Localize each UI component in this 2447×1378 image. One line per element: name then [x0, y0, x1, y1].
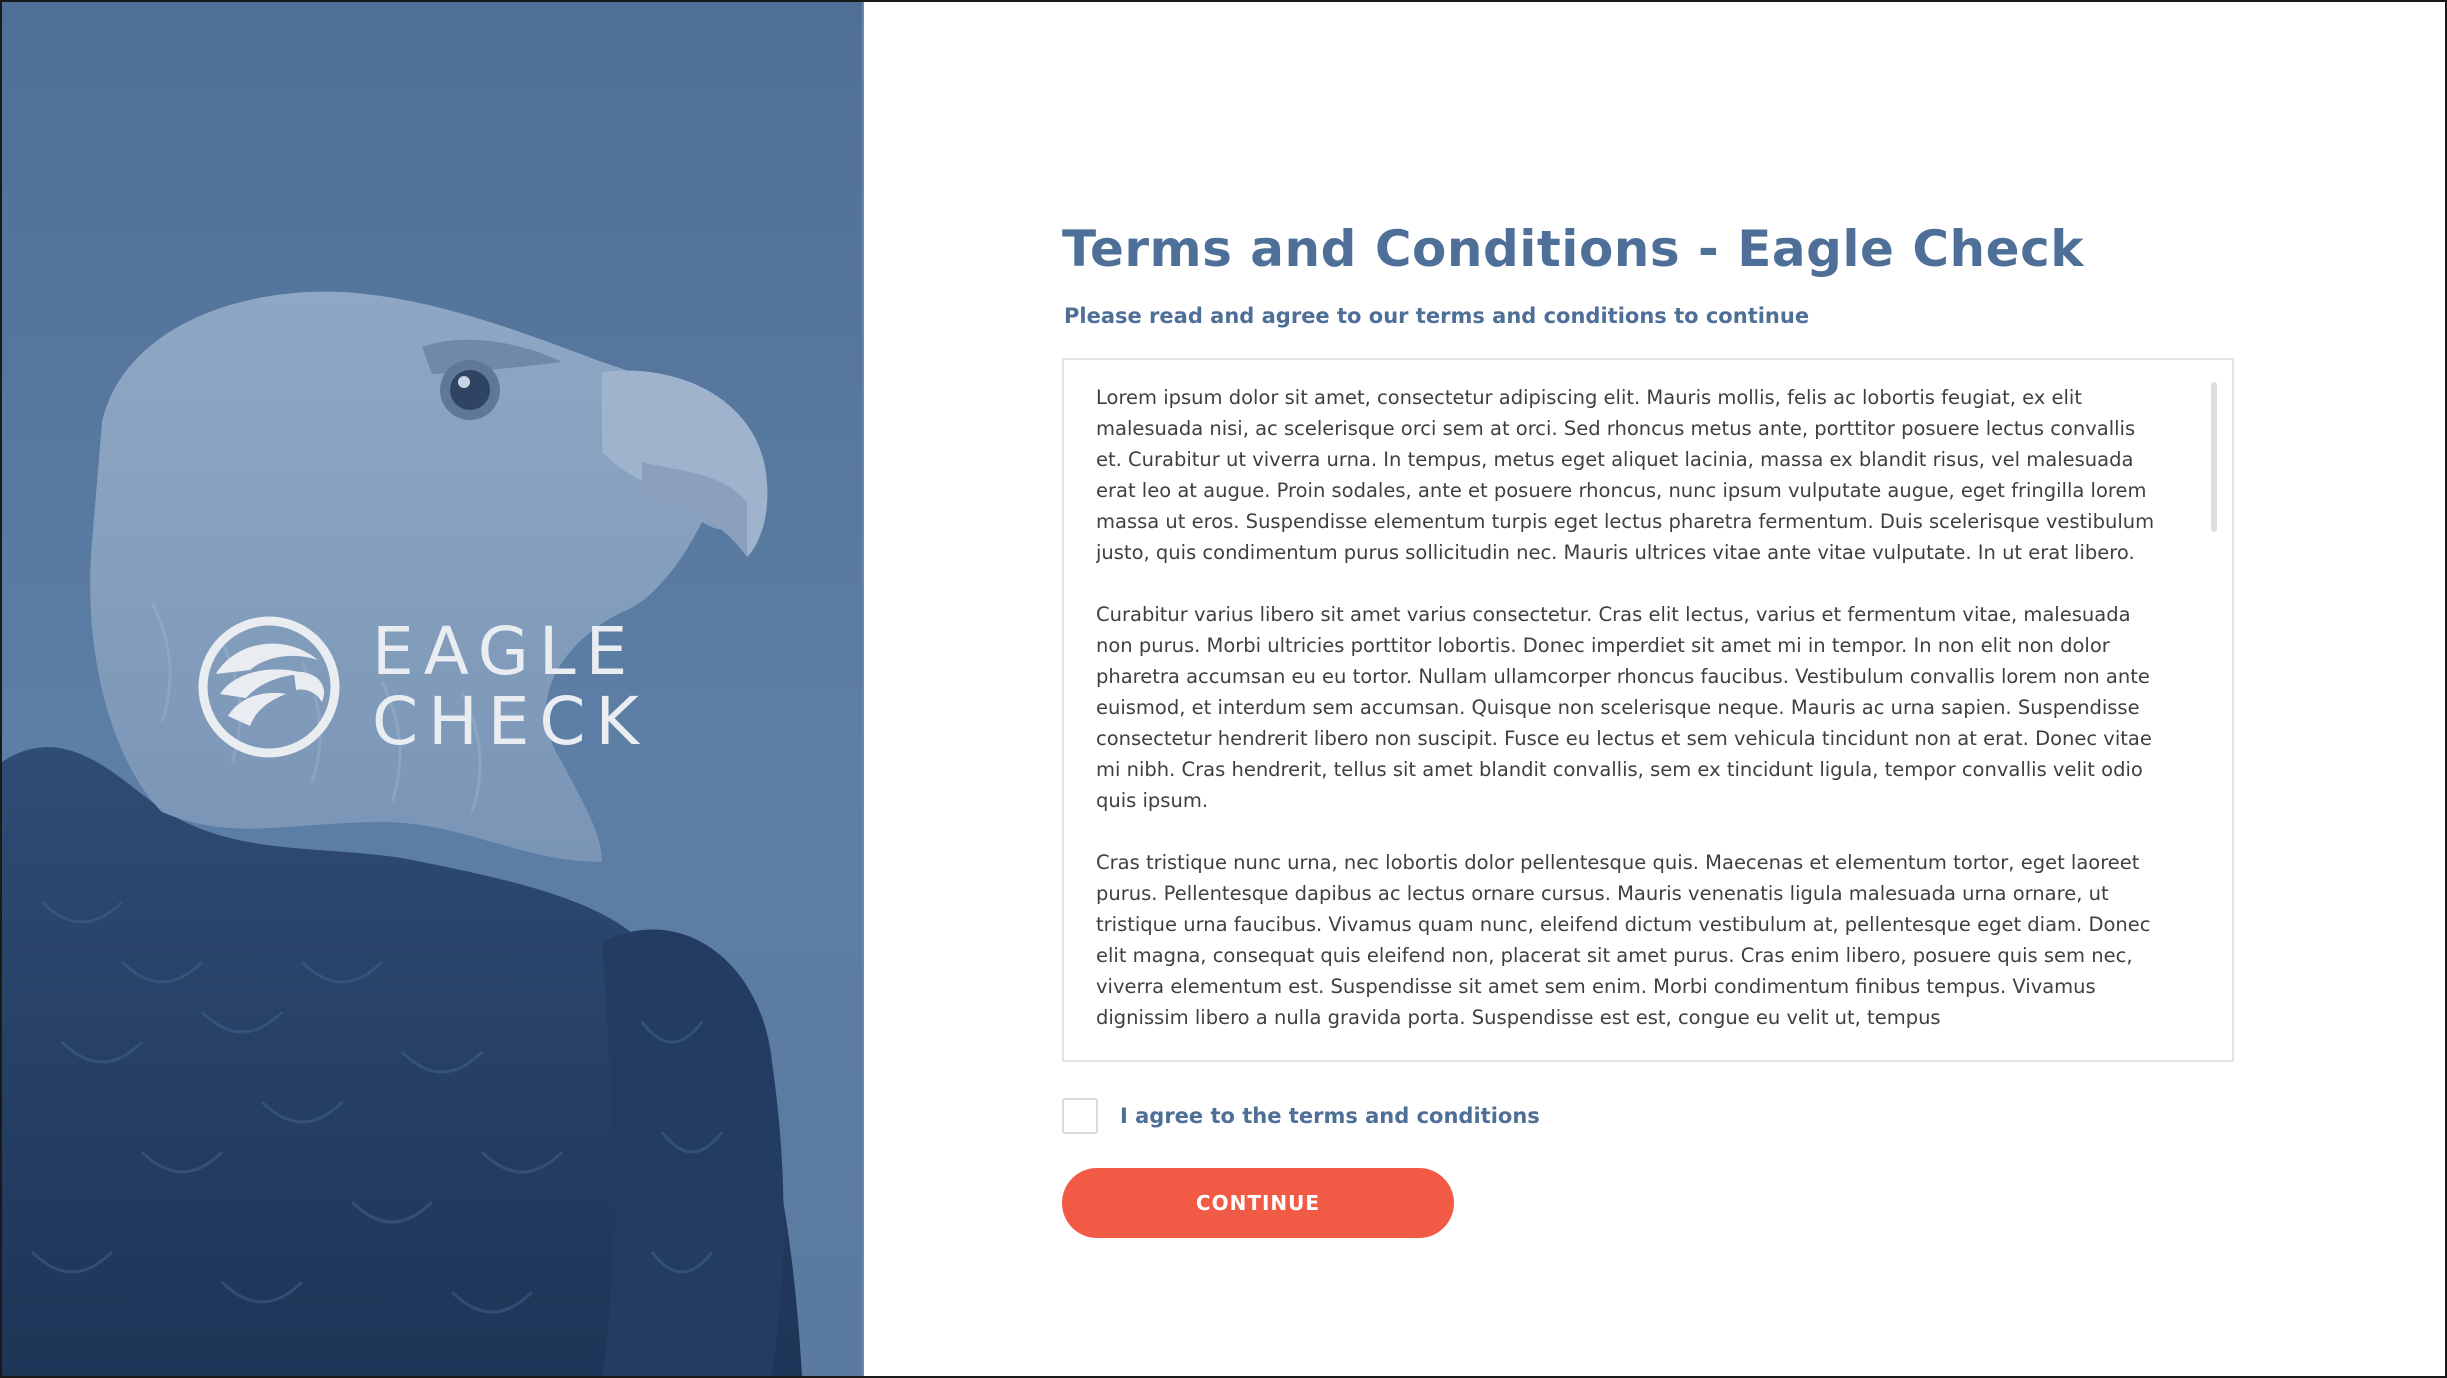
- brand-logo: EAGLE CHECK: [194, 612, 649, 762]
- agree-label[interactable]: I agree to the terms and conditions: [1120, 1104, 1540, 1128]
- agree-row: I agree to the terms and conditions: [1062, 1098, 2242, 1134]
- page-title: Terms and Conditions - Eagle Check: [1062, 220, 2084, 278]
- agree-checkbox[interactable]: [1062, 1098, 1098, 1134]
- eagle-head-logo-icon: [198, 616, 340, 758]
- terms-scrollbar[interactable]: [2210, 382, 2218, 1032]
- panel-divider: [862, 2, 864, 1376]
- brand-name-line2: CHECK: [372, 683, 649, 760]
- app-window: EAGLE CHECK Terms and Conditions - Eagle…: [0, 0, 2447, 1378]
- terms-scrollbar-thumb[interactable]: [2211, 382, 2217, 532]
- page-subtitle: Please read and agree to our terms and c…: [1064, 304, 1810, 328]
- brand-name-line1: EAGLE: [372, 613, 638, 690]
- terms-paragraph: Lorem ipsum dolor sit amet, consectetur …: [1096, 386, 2155, 564]
- terms-paragraph: Curabitur varius libero sit amet varius …: [1096, 603, 2152, 812]
- brand-wordmark: EAGLE CHECK: [372, 617, 649, 757]
- terms-text-box[interactable]: Lorem ipsum dolor sit amet, consectetur …: [1062, 358, 2234, 1062]
- continue-button[interactable]: CONTINUE: [1062, 1168, 1454, 1238]
- terms-paragraph: Cras tristique nunc urna, nec lobortis d…: [1096, 851, 2151, 1029]
- hero-panel: EAGLE CHECK: [2, 2, 862, 1376]
- terms-scroll-area[interactable]: Lorem ipsum dolor sit amet, consectetur …: [1096, 382, 2166, 1052]
- terms-form: Terms and Conditions - Eagle Check Pleas…: [1062, 220, 2242, 1238]
